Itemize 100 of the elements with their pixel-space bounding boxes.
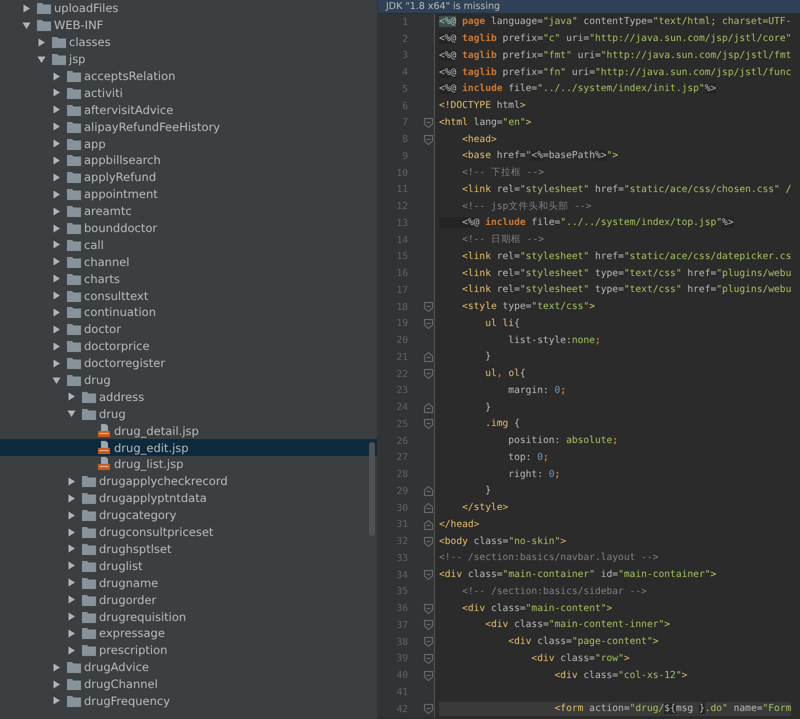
tree-item[interactable]: jsp (0, 50, 377, 68)
fold-marker-icon[interactable] (424, 520, 433, 530)
code-line: <%@ include file="../../system/index/top.jsp"%> (439, 216, 734, 230)
tree-item[interactable]: call (0, 236, 377, 254)
fold-marker-icon[interactable] (424, 402, 433, 413)
fold-marker-icon[interactable] (424, 654, 433, 664)
fold-marker-icon[interactable] (424, 134, 433, 145)
tree-item[interactable]: drugapplyptntdata (0, 490, 377, 507)
expanded-arrow-icon[interactable] (22, 20, 31, 30)
tree-item[interactable]: doctorregister (0, 354, 377, 372)
folder-icon (67, 290, 81, 302)
folder-icon (67, 340, 81, 352)
code-line: <head> (461, 132, 497, 147)
code-line: <%@ include file="../../system/index/init.jsp"%> (439, 82, 716, 96)
fold-marker-icon[interactable] (424, 503, 433, 514)
fold-marker-icon[interactable] (424, 637, 433, 648)
collapsed-arrow-icon[interactable] (22, 4, 31, 13)
code-line: <link rel="stylesheet" type="text/css" href="plugins/webu (461, 283, 792, 298)
code-line: <%@ taglib prefix="fmt" uri="http://java.sun.com/jsp/jstl/fmt (439, 48, 792, 63)
fold-marker-icon[interactable] (424, 670, 433, 681)
warning-banner: JDK "1.8 x64" is missing (378, 0, 800, 13)
tree-item[interactable]: classes (0, 34, 377, 51)
tree-item[interactable]: alipayRefundFeeHistory (0, 118, 377, 136)
code-line: </style> (461, 501, 508, 516)
tree-item[interactable]: expressage (0, 624, 377, 642)
folder-icon (82, 408, 96, 420)
code-line: position: absolute; (507, 434, 618, 448)
tree-item[interactable]: drugAdvice (0, 658, 377, 676)
tree-item[interactable]: drugcategory (0, 506, 377, 524)
tree-item[interactable]: aftervisitAdvice (0, 101, 377, 118)
fold-marker-icon[interactable] (424, 620, 433, 630)
tree-item[interactable]: WEB-INF (0, 16, 377, 34)
fold-marker-icon[interactable] (424, 486, 433, 496)
tree-item[interactable]: drughsptlset (0, 540, 377, 558)
tree-item[interactable]: bounddoctor (0, 220, 377, 236)
folder-icon (67, 661, 81, 674)
tree-item[interactable]: druglist (0, 557, 377, 574)
collapsed-arrow-icon[interactable] (67, 392, 76, 402)
tree-item[interactable]: drugChannel (0, 676, 377, 693)
tree-item[interactable]: charts (0, 270, 377, 288)
tree-item[interactable]: continuation (0, 304, 377, 321)
code-line: <%@ taglib prefix="c" uri="http://java.sun.com/jsp/jstl/core" (439, 32, 792, 46)
fold-marker-icon[interactable] (424, 604, 433, 614)
code-line: <!DOCTYPE html> (439, 99, 526, 114)
code-line: right: 0; (507, 468, 560, 482)
folder-icon (67, 171, 81, 184)
code-line: <div class="main-container" id="main-container"> (439, 568, 716, 582)
tree-item[interactable]: drugconsultpriceset (0, 524, 377, 540)
expanded-arrow-icon[interactable] (37, 54, 46, 64)
tree-item[interactable]: consulttext (0, 287, 377, 304)
folder-icon (67, 205, 81, 218)
fold-marker-icon[interactable] (424, 570, 433, 580)
code-line: <!-- jsp文件头和头部 --> (461, 200, 592, 214)
folder-icon (52, 53, 66, 66)
folder-icon (67, 323, 81, 336)
tree-item[interactable]: appbillsearch (0, 152, 377, 169)
folder-icon (82, 576, 96, 589)
folder-icon (82, 526, 96, 538)
expanded-arrow-icon[interactable] (52, 376, 61, 385)
tree-item[interactable]: applyRefund (0, 168, 377, 186)
tree-item[interactable]: drug_detail.jsp (0, 422, 377, 440)
fold-marker-icon[interactable] (424, 704, 433, 714)
scrollbar-thumb[interactable] (369, 442, 375, 536)
tree-item[interactable]: areamtc (0, 202, 377, 220)
tree-item[interactable]: drugapplycheckrecord (0, 472, 377, 490)
code-line: <link rel="stylesheet" href="static/ace/css/chosen.css" / (461, 182, 792, 197)
tree-item[interactable]: drug (0, 372, 377, 388)
folder-icon (82, 594, 96, 606)
fold-marker-icon[interactable] (424, 369, 433, 380)
tree-item[interactable]: drug_edit.jsp (0, 439, 377, 456)
fold-marker-icon[interactable] (424, 118, 433, 128)
fold-marker-icon[interactable] (424, 536, 433, 547)
tree-item[interactable]: uploadFiles (0, 0, 377, 17)
code-line: <style type="text/css"> (461, 300, 595, 314)
tree-item[interactable]: drugname (0, 574, 377, 592)
tree-item[interactable]: drugFrequency (0, 692, 377, 710)
tree-item[interactable]: prescription (0, 642, 377, 659)
tree-item[interactable]: doctor (0, 320, 377, 338)
tree-item[interactable]: acceptsRelation (0, 68, 377, 84)
fold-marker-icon[interactable] (424, 419, 433, 430)
collapsed-arrow-icon[interactable] (37, 38, 46, 47)
code-line: <base href="<%=basePath%>"> (461, 149, 618, 164)
tree-item[interactable]: doctorprice (0, 338, 377, 355)
tree-item[interactable]: address (0, 388, 377, 406)
tree-item[interactable]: activiti (0, 84, 377, 102)
fold-marker-icon[interactable] (424, 352, 433, 362)
tree-item[interactable]: app (0, 135, 377, 152)
fold-marker-icon[interactable] (424, 302, 433, 312)
tree-item[interactable]: drugorder (0, 591, 377, 608)
tree-item[interactable]: appointment (0, 186, 377, 203)
expanded-arrow-icon[interactable] (67, 409, 76, 418)
tree-item[interactable]: drugrequisition (0, 608, 377, 625)
tree-item[interactable]: channel (0, 253, 377, 270)
tree-item[interactable]: drug (0, 405, 377, 422)
folder-icon (67, 256, 81, 268)
tree-item[interactable]: drug_list.jsp (0, 456, 377, 473)
folder-icon (67, 374, 81, 386)
fold-marker-icon[interactable] (424, 318, 433, 329)
code-line: } (484, 350, 491, 364)
code-line: list-style:none; (507, 334, 601, 348)
